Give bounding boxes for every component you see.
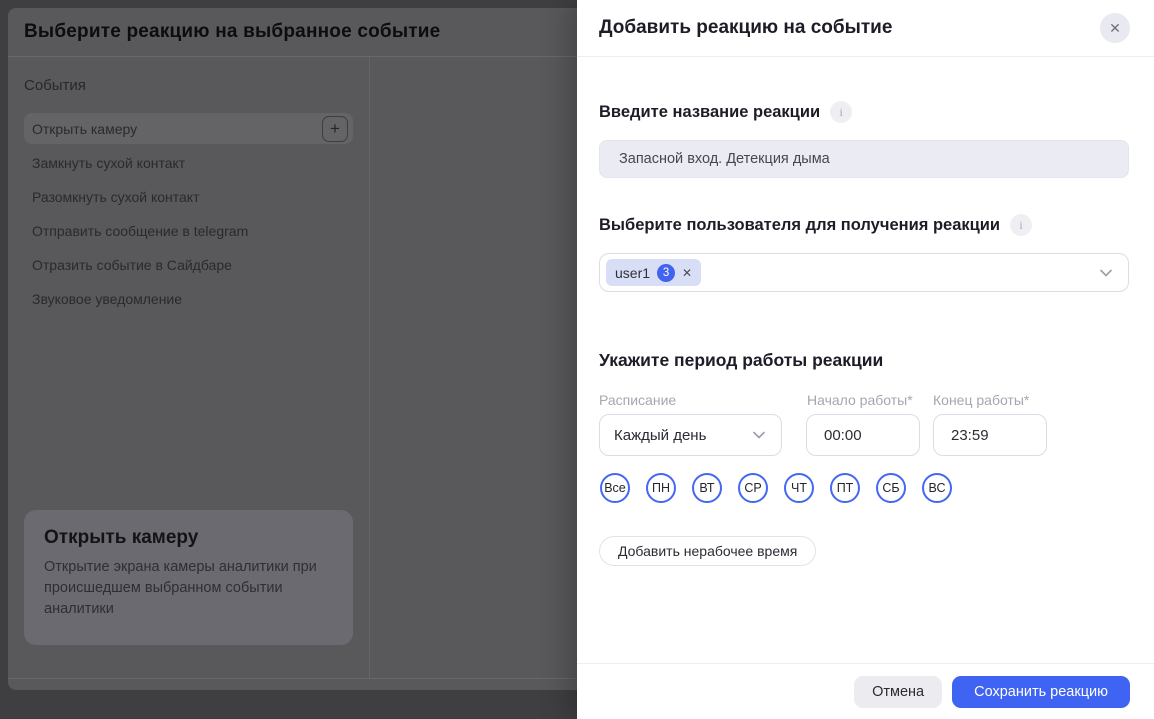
weekday-selector: Все ПН ВТ СР ЧТ ПТ СБ ВС bbox=[600, 473, 952, 503]
day-toggle-fri[interactable]: ПТ bbox=[830, 473, 860, 503]
close-icon: ✕ bbox=[1109, 20, 1121, 37]
start-time-input[interactable]: 00:00 bbox=[806, 414, 920, 456]
users-section-header: Выберите пользователя для получения реак… bbox=[599, 214, 1032, 236]
day-toggle-wed[interactable]: СР bbox=[738, 473, 768, 503]
event-item-open-camera[interactable]: Открыть камеру + bbox=[24, 113, 353, 144]
close-button[interactable]: ✕ bbox=[1100, 13, 1130, 43]
events-section-label: События bbox=[24, 77, 353, 94]
add-reaction-button[interactable]: + bbox=[322, 116, 348, 142]
period-section-heading: Укажите период работы реакции bbox=[599, 350, 883, 371]
event-item-sidebar-event[interactable]: Отразить событие в Сайдбаре bbox=[24, 249, 353, 280]
info-icon[interactable]: i bbox=[1010, 214, 1032, 236]
event-item-telegram-message[interactable]: Отправить сообщение в telegram bbox=[24, 215, 353, 246]
day-toggle-sat[interactable]: СБ bbox=[876, 473, 906, 503]
event-item-open-dry-contact[interactable]: Разомкнуть сухой контакт bbox=[24, 181, 353, 212]
chevron-down-icon bbox=[751, 427, 767, 443]
day-toggle-sun[interactable]: ВС bbox=[922, 473, 952, 503]
screen: Выберите реакцию на выбранное событие Со… bbox=[0, 0, 1154, 719]
schedule-value: Каждый день bbox=[614, 427, 706, 444]
day-toggle-tue[interactable]: ВТ bbox=[692, 473, 722, 503]
drawer-title: Добавить реакцию на событие bbox=[599, 17, 892, 39]
end-time-value: 23:59 bbox=[951, 427, 989, 444]
user-tag: user1 3 ✕ bbox=[606, 259, 701, 286]
start-time-label: Начало работы* bbox=[807, 392, 913, 408]
events-column: События Открыть камеру + Замкнуть сухой … bbox=[24, 57, 353, 317]
users-section-label: Выберите пользователя для получения реак… bbox=[599, 216, 1000, 235]
info-icon[interactable]: i bbox=[830, 101, 852, 123]
user-tag-remove-icon[interactable]: ✕ bbox=[682, 266, 692, 280]
events-list: Открыть камеру + Замкнуть сухой контакт … bbox=[24, 113, 353, 314]
event-item-label: Звуковое уведомление bbox=[32, 291, 182, 307]
event-item-label: Разомкнуть сухой контакт bbox=[32, 189, 200, 205]
event-detail-description: Открытие экрана камеры аналитики при про… bbox=[44, 557, 333, 620]
reaction-name-input[interactable]: Запасной вход. Детекция дыма bbox=[599, 140, 1129, 178]
save-reaction-button[interactable]: Сохранить реакцию bbox=[952, 676, 1130, 708]
cancel-button[interactable]: Отмена bbox=[854, 676, 942, 708]
event-item-label: Замкнуть сухой контакт bbox=[32, 155, 185, 171]
event-detail-title: Открыть камеру bbox=[44, 527, 333, 549]
end-time-label: Конец работы* bbox=[933, 392, 1029, 408]
event-item-sound-notification[interactable]: Звуковое уведомление bbox=[24, 283, 353, 314]
drawer-footer: Отмена Сохранить реакцию bbox=[577, 663, 1154, 719]
day-toggle-thu[interactable]: ЧТ bbox=[784, 473, 814, 503]
drawer-header: Добавить реакцию на событие ✕ bbox=[577, 0, 1154, 57]
modal-footer-divider bbox=[8, 678, 577, 679]
event-item-label: Отправить сообщение в telegram bbox=[32, 223, 248, 239]
drawer-body: Введите название реакции i Запасной вход… bbox=[577, 57, 1154, 663]
day-toggle-all[interactable]: Все bbox=[600, 473, 630, 503]
user-tag-count-badge: 3 bbox=[657, 264, 675, 282]
chevron-down-icon bbox=[1098, 265, 1114, 281]
vertical-divider bbox=[369, 57, 370, 678]
plus-icon: + bbox=[330, 120, 340, 137]
end-time-input[interactable]: 23:59 bbox=[933, 414, 1047, 456]
page-title: Выберите реакцию на выбранное событие bbox=[24, 21, 440, 43]
day-toggle-mon[interactable]: ПН bbox=[646, 473, 676, 503]
name-section-header: Введите название реакции i bbox=[599, 101, 852, 123]
add-reaction-drawer: Добавить реакцию на событие ✕ Введите на… bbox=[577, 0, 1154, 719]
event-item-close-dry-contact[interactable]: Замкнуть сухой контакт bbox=[24, 147, 353, 178]
event-selection-modal: Выберите реакцию на выбранное событие Со… bbox=[8, 8, 577, 690]
event-item-label: Отразить событие в Сайдбаре bbox=[32, 257, 232, 273]
schedule-label: Расписание bbox=[599, 392, 676, 408]
schedule-select[interactable]: Каждый день bbox=[599, 414, 782, 456]
start-time-value: 00:00 bbox=[824, 427, 862, 444]
user-tag-name: user1 bbox=[615, 265, 650, 281]
event-item-label: Открыть камеру bbox=[32, 121, 137, 137]
reaction-name-value: Запасной вход. Детекция дыма bbox=[619, 151, 830, 167]
event-detail-card: Открыть камеру Открытие экрана камеры ан… bbox=[24, 510, 353, 645]
add-downtime-button[interactable]: Добавить нерабочее время bbox=[599, 536, 816, 566]
event-modal-header: Выберите реакцию на выбранное событие bbox=[8, 8, 577, 57]
users-multiselect[interactable]: user1 3 ✕ bbox=[599, 253, 1129, 292]
name-section-label: Введите название реакции bbox=[599, 103, 820, 122]
